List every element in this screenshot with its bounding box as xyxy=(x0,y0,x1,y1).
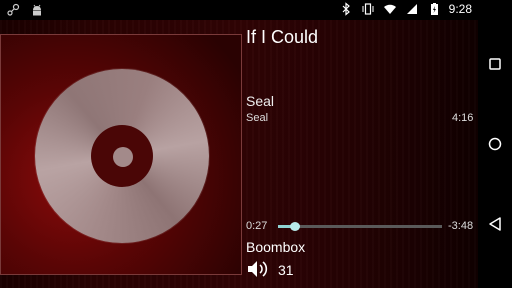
steam-icon xyxy=(7,3,20,16)
back-triangle-icon[interactable] xyxy=(487,216,503,232)
track-album: Seal xyxy=(246,112,269,124)
volume-icon[interactable] xyxy=(246,259,268,279)
home-circle-icon[interactable] xyxy=(487,136,503,152)
seek-bar[interactable] xyxy=(278,222,442,231)
remaining-time: -3:48 xyxy=(448,220,474,232)
wifi-icon xyxy=(383,4,396,14)
navigation-bar xyxy=(478,0,512,288)
signal-icon xyxy=(406,4,417,14)
clock: 9:28 xyxy=(448,2,472,16)
bluetooth-icon xyxy=(342,2,350,16)
volume-level: 31 xyxy=(278,262,294,278)
track-duration: 4:16 xyxy=(452,112,474,124)
track-title: If I Could xyxy=(246,27,319,47)
elapsed-time: 0:27 xyxy=(246,220,268,232)
disc-hole xyxy=(113,147,133,167)
now-playing-screen: If I Could Seal Seal 4:16 0:27 -3:48 Boo… xyxy=(0,20,478,288)
vibrate-icon xyxy=(362,3,374,15)
battery-charging-icon xyxy=(430,3,438,15)
status-bar: 9:28 xyxy=(0,0,478,20)
cd-disc-icon xyxy=(35,69,209,243)
album-art xyxy=(0,34,242,275)
recents-square-icon[interactable] xyxy=(487,56,503,72)
seek-bar-thumb[interactable] xyxy=(290,222,301,231)
android-icon xyxy=(33,4,41,16)
track-artist: Seal xyxy=(246,93,275,109)
output-device[interactable]: Boombox xyxy=(246,239,305,255)
